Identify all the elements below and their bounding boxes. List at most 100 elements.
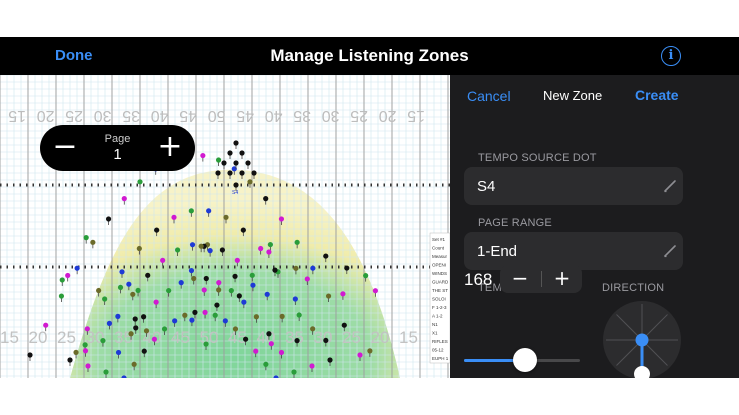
side-note-text: Set #1: [432, 237, 446, 242]
yard-number-bottom: 15: [399, 328, 418, 347]
performer-dot: [309, 363, 315, 369]
yard-number-top: 45: [236, 107, 254, 124]
performer-dot: [310, 326, 316, 332]
performer-dot: [341, 322, 347, 328]
performer-dot: [263, 361, 269, 367]
performer-dot: [59, 277, 65, 283]
performer-dot: [145, 272, 151, 278]
performer-dot: [90, 239, 96, 245]
tempo-increase-button[interactable]: +: [542, 265, 582, 293]
yard-number-top: 30: [322, 107, 340, 124]
page-number: 1: [113, 146, 122, 163]
create-button[interactable]: Create: [635, 87, 679, 103]
side-note-text: SOLOI: [432, 297, 446, 302]
performer-dot: [27, 352, 33, 358]
direction-dial[interactable]: [602, 300, 682, 378]
previous-page-button[interactable]: −: [48, 131, 82, 165]
performer-dot: [263, 196, 269, 202]
info-icon[interactable]: i: [661, 46, 681, 66]
yard-number-top: 25: [65, 107, 83, 124]
drill-field-canvas[interactable]: 15 20 25 30 35 40 45 50 45 40 35 30 25 20 15 15 20 25 30 35…: [0, 75, 450, 378]
performer-dot: [172, 318, 178, 324]
performer-dot: [65, 272, 71, 279]
yard-number-top: 35: [293, 107, 311, 124]
cancel-button[interactable]: Cancel: [467, 88, 511, 104]
performer-dot: [192, 309, 198, 315]
performer-dot: [327, 357, 333, 363]
yard-number-top: 20: [37, 107, 55, 124]
side-note-text: F 1-2-3: [432, 305, 447, 310]
tempo-source-label: TEMPO SOURCE DOT: [478, 152, 597, 164]
tempo-value: 168: [464, 270, 493, 289]
yard-number-bottom: 45: [171, 328, 190, 347]
side-note-text: 05-12: [432, 348, 444, 353]
side-note-text: Count: [432, 246, 445, 251]
yard-number-top: 50: [208, 107, 226, 124]
performer-dot: [272, 267, 278, 273]
performer-dot: [153, 299, 159, 305]
performer-dot: [151, 336, 157, 342]
performer-dot: [84, 326, 90, 332]
performer-dot: [131, 361, 137, 367]
yard-number-bottom: 50: [200, 328, 219, 347]
performer-dot: [154, 227, 160, 233]
performer-dot: [264, 291, 270, 297]
yard-number-top: 45: [179, 107, 197, 124]
yard-number-top: 25: [350, 107, 368, 124]
performer-dot: [357, 352, 363, 358]
performer-dot: [182, 312, 188, 318]
performer-dot: [268, 341, 274, 347]
side-note-text: EUPH 1: [432, 356, 449, 361]
performer-dot: [121, 196, 127, 202]
side-note-text: THE ST: [432, 288, 448, 293]
performer-dot: [233, 160, 239, 166]
slider-thumb[interactable]: [513, 348, 538, 372]
next-page-button[interactable]: +: [153, 131, 187, 165]
performer-dot: [188, 208, 194, 214]
performer-dot: [203, 275, 209, 282]
performer-dot: [115, 349, 122, 356]
performer-dot: [178, 280, 184, 286]
page-range-value: 1-End: [477, 243, 518, 260]
performer-dot: [83, 235, 89, 241]
performer-dot: [234, 257, 240, 263]
yard-number-bottom: 20: [29, 328, 48, 347]
side-note-text: Measur: [432, 254, 448, 259]
performer-dot: [249, 272, 255, 278]
side-note-text: X1: [432, 331, 438, 336]
yard-number-bottom: 30: [314, 328, 333, 347]
performer-dot: [166, 287, 172, 294]
performer-dot: [117, 284, 124, 291]
performer-dot: [294, 239, 300, 245]
performer-dot: [294, 338, 300, 344]
performer-dot: [175, 247, 181, 253]
performer-dot: [189, 317, 195, 323]
pencil-icon: [664, 245, 676, 258]
performer-dot: [214, 302, 220, 308]
performer-dot: [279, 313, 285, 319]
tempo-slider[interactable]: [464, 348, 580, 372]
tempo-decrease-button[interactable]: −: [500, 265, 540, 293]
performer-dot: [291, 369, 297, 375]
done-button[interactable]: Done: [55, 47, 93, 64]
yard-number-top: 40: [265, 107, 283, 124]
performer-dot: [278, 216, 285, 222]
performer-dot: [74, 265, 80, 271]
tempo-stepper: − +: [500, 265, 582, 293]
performer-dot: [219, 247, 225, 253]
performer-dot: [278, 349, 285, 356]
panel-title: New Zone: [543, 88, 603, 103]
performer-dot: [241, 299, 247, 305]
tempo-source-field[interactable]: S4: [464, 167, 683, 205]
page-title: Manage Listening Zones: [270, 46, 469, 65]
performer-dot: [189, 242, 196, 248]
performer-dot: [236, 293, 242, 299]
performer-dot: [325, 293, 332, 299]
side-note-text: WINDS: [432, 271, 447, 276]
performer-dot: [130, 291, 136, 297]
performer-dot: [103, 369, 109, 375]
performer-dot: [82, 342, 88, 348]
performer-dot: [253, 348, 259, 354]
side-note-text: OPENI: [432, 263, 446, 268]
field-chart[interactable]: 15 20 25 30 35 40 45 50 45 40 35 30 25 20 15 15 20 25 30 35…: [0, 75, 450, 378]
